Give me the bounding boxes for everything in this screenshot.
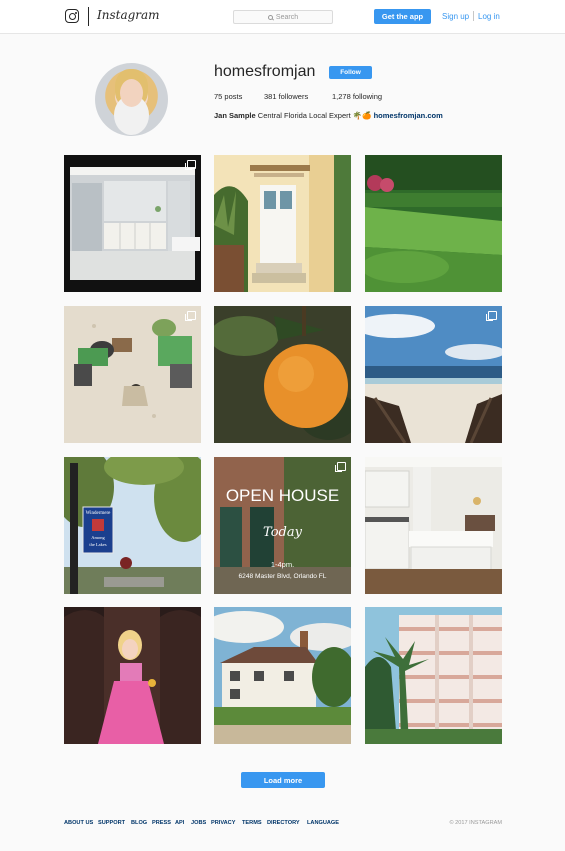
post-tile-beach[interactable] [365, 306, 502, 443]
sign-text-among: Among [91, 535, 105, 540]
footer-link-blog[interactable]: BLOG [131, 820, 147, 826]
sign-text-windermere: Windermere [86, 511, 112, 516]
instagram-wordmark[interactable]: Instagram [97, 8, 160, 22]
top-navigation-bar: Instagram Search Get the app Sign up Log… [0, 0, 565, 34]
multiple-photos-icon [335, 462, 346, 472]
post-tile-girl[interactable] [64, 607, 201, 744]
log-in-link[interactable]: Log in [478, 12, 500, 21]
footer-link-about-us[interactable]: ABOUT US [64, 820, 93, 826]
post-tile-white-door[interactable] [214, 155, 351, 292]
open-house-title: OPEN HOUSE [226, 486, 339, 505]
post-tile-bathroom[interactable] [64, 155, 201, 292]
post-tile-lawn[interactable] [365, 155, 502, 292]
open-house-address: 6248 Master Blvd, Orlando FL [239, 573, 327, 580]
auth-divider [473, 11, 474, 21]
sign-text-lakes: the Lakes [89, 542, 107, 547]
bio-text: Central Florida Local Expert 🌴🍊 [255, 111, 374, 120]
footer-link-privacy[interactable]: PRIVACY [211, 820, 235, 826]
multiple-photos-icon [185, 160, 196, 170]
footer-link-directory[interactable]: DIRECTORY [267, 820, 300, 826]
followers-count[interactable]: 381 followers [264, 92, 308, 101]
search-placeholder: Search [275, 13, 299, 21]
search-input[interactable]: Search [233, 10, 333, 24]
load-more-button[interactable]: Load more [241, 772, 325, 788]
footer-link-api[interactable]: API [175, 820, 184, 826]
bio-website-link[interactable]: homesfromjan.com [374, 111, 443, 120]
open-house-today: Today [263, 525, 303, 540]
footer-link-language[interactable]: LANGUAGE [307, 820, 339, 826]
post-tile-street-sign[interactable]: Windermere Among the Lakes [64, 457, 201, 594]
posts-count: 75 posts [214, 92, 243, 101]
post-tile-condo[interactable] [365, 607, 502, 744]
footer-link-jobs[interactable]: JOBS [191, 820, 206, 826]
post-tile-sand-dig[interactable] [64, 306, 201, 443]
multiple-photos-icon [185, 311, 196, 321]
post-tile-kitchen[interactable] [365, 457, 502, 594]
post-tile-open-house[interactable]: OPEN HOUSE Today 1-4pm. 6248 Master Blvd… [214, 457, 351, 594]
sign-up-link[interactable]: Sign up [442, 12, 469, 21]
footer-link-press[interactable]: PRESS [152, 820, 171, 826]
footer-link-terms[interactable]: TERMS [242, 820, 262, 826]
get-the-app-button[interactable]: Get the app [374, 9, 431, 24]
following-count[interactable]: 1,278 following [332, 92, 382, 101]
open-house-time: 1-4pm. [271, 560, 294, 569]
copyright-notice: © 2017 INSTAGRAM [449, 820, 502, 826]
logo-divider [88, 7, 89, 26]
follow-button[interactable]: Follow [329, 66, 372, 79]
profile-username: homesfromjan [214, 63, 316, 80]
profile-avatar[interactable] [95, 63, 168, 136]
instagram-camera-icon[interactable] [65, 9, 79, 23]
footer-link-support[interactable]: SUPPORT [98, 820, 125, 826]
post-tile-orange[interactable] [214, 306, 351, 443]
search-icon [267, 14, 273, 20]
multiple-photos-icon [486, 311, 497, 321]
post-tile-cottage[interactable] [214, 607, 351, 744]
bio-name: Jan Sample [214, 111, 256, 120]
profile-bio: Jan Sample Central Florida Local Expert … [214, 111, 443, 120]
